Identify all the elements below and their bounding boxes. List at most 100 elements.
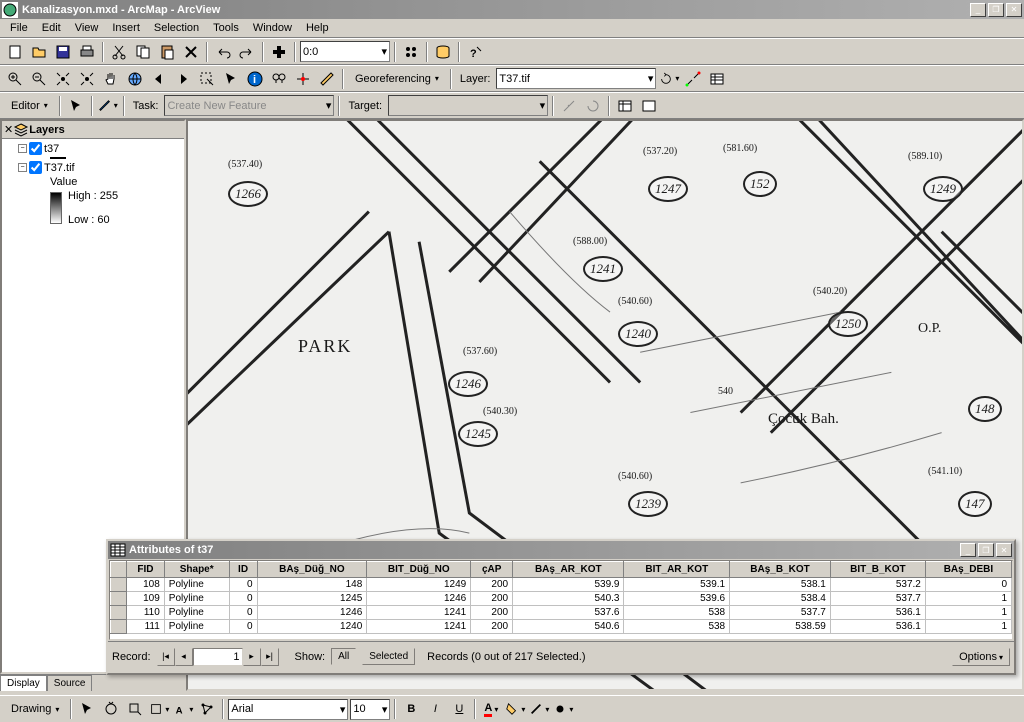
delete-button[interactable] — [180, 41, 202, 63]
print-button[interactable] — [76, 41, 98, 63]
help-button[interactable]: ? — [464, 41, 486, 63]
redo-button[interactable] — [236, 41, 258, 63]
col-cap[interactable]: çAP — [471, 562, 513, 578]
select-graphic-button[interactable] — [76, 698, 98, 720]
edit-tool-button[interactable] — [65, 95, 87, 117]
close-button[interactable]: ✕ — [1006, 3, 1022, 17]
table-row[interactable]: 111Polyline012401241200540.6538538.59536… — [111, 620, 1012, 634]
menu-edit[interactable]: Edit — [36, 20, 67, 36]
col-bas-dug[interactable]: BAş_Düğ_NO — [257, 562, 367, 578]
menu-window[interactable]: Window — [247, 20, 298, 36]
menu-file[interactable]: File — [4, 20, 34, 36]
layer-dropdown[interactable]: T37.tif▾ — [496, 68, 656, 89]
show-selected-button[interactable]: Selected — [362, 648, 415, 665]
find-button[interactable] — [268, 68, 290, 90]
cut-button[interactable] — [108, 41, 130, 63]
checkbox-t37[interactable] — [29, 142, 42, 155]
identify-button[interactable]: i — [244, 68, 266, 90]
fill-color-button[interactable] — [504, 698, 526, 720]
measure-button[interactable] — [316, 68, 338, 90]
full-extent-button[interactable] — [124, 68, 146, 90]
shape-picker-button[interactable] — [148, 698, 170, 720]
georef-link-button[interactable] — [682, 68, 704, 90]
italic-button[interactable]: I — [424, 698, 446, 720]
col-bas-ar[interactable]: BAş_AR_KOT — [513, 562, 624, 578]
record-first-button[interactable]: |◂ — [157, 648, 175, 666]
bold-button[interactable]: B — [400, 698, 422, 720]
underline-button[interactable]: U — [448, 698, 470, 720]
record-input[interactable] — [193, 648, 243, 666]
attr-close-button[interactable]: ✕ — [996, 543, 1012, 557]
marker-color-button[interactable] — [552, 698, 574, 720]
table-row[interactable]: 109Polyline012451246200540.3539.6538.453… — [111, 592, 1012, 606]
font-color-button[interactable]: A — [480, 698, 502, 720]
edit-vertices-button[interactable] — [196, 698, 218, 720]
record-next-button[interactable]: ▸ — [243, 648, 261, 666]
col-bit-dug[interactable]: BIT_Düğ_NO — [367, 562, 471, 578]
maximize-button[interactable]: ❐ — [988, 3, 1004, 17]
new-button[interactable] — [4, 41, 26, 63]
record-prev-button[interactable]: ◂ — [175, 648, 193, 666]
table-row[interactable]: 110Polyline012461241200537.6538537.7536.… — [111, 606, 1012, 620]
font-dropdown[interactable]: Arial▾ — [228, 699, 348, 720]
attr-minimize-button[interactable]: _ — [960, 543, 976, 557]
expand-t37[interactable]: − — [18, 144, 27, 153]
georef-table-button[interactable] — [706, 68, 728, 90]
menu-help[interactable]: Help — [300, 20, 335, 36]
drawing-menu[interactable]: Drawing — [4, 698, 66, 720]
layer-t37tif[interactable]: T37.tif — [44, 162, 75, 174]
zoom-to-selected-button[interactable] — [124, 698, 146, 720]
attributes-titlebar[interactable]: Attributes of t37 _ ❐ ✕ — [108, 541, 1014, 559]
paste-button[interactable] — [156, 41, 178, 63]
col-bit-b[interactable]: BIT_B_KOT — [830, 562, 925, 578]
checkbox-t37tif[interactable] — [29, 161, 42, 174]
georef-rotate-button[interactable] — [658, 68, 680, 90]
next-extent-button[interactable] — [172, 68, 194, 90]
line-color-button[interactable] — [528, 698, 550, 720]
undo-button[interactable] — [212, 41, 234, 63]
tab-source[interactable]: Source — [47, 675, 93, 691]
menu-tools[interactable]: Tools — [207, 20, 245, 36]
show-all-button[interactable]: All — [331, 648, 356, 665]
target-dropdown[interactable]: ▾ — [388, 95, 548, 116]
attributes-grid[interactable]: FID Shape* ID BAş_Düğ_NO BIT_Düğ_NO çAP … — [109, 560, 1013, 640]
prev-extent-button[interactable] — [148, 68, 170, 90]
fixed-zoom-in-button[interactable] — [52, 68, 74, 90]
editor-menu[interactable]: Editor — [4, 95, 55, 117]
zoom-out-button[interactable] — [28, 68, 50, 90]
layer-t37[interactable]: t37 — [44, 143, 59, 155]
fixed-zoom-out-button[interactable] — [76, 68, 98, 90]
col-bas-b[interactable]: BAş_B_KOT — [730, 562, 831, 578]
save-button[interactable] — [52, 41, 74, 63]
col-bit-ar[interactable]: BIT_AR_KOT — [624, 562, 730, 578]
options-button[interactable]: Options — [952, 648, 1010, 666]
select-features-button[interactable] — [196, 68, 218, 90]
select-elements-button[interactable] — [220, 68, 242, 90]
text-tool-button[interactable]: A — [172, 698, 194, 720]
georeferencing-menu[interactable]: Georeferencing — [348, 68, 446, 90]
menu-view[interactable]: View — [69, 20, 105, 36]
task-dropdown[interactable]: Create New Feature▾ — [164, 95, 334, 116]
tab-display[interactable]: Display — [0, 675, 47, 691]
menu-insert[interactable]: Insert — [106, 20, 146, 36]
goto-xy-button[interactable] — [292, 68, 314, 90]
pan-button[interactable] — [100, 68, 122, 90]
rotate-button[interactable] — [582, 95, 604, 117]
col-id[interactable]: ID — [229, 562, 257, 578]
sketch-tool-button[interactable] — [97, 95, 119, 117]
rotate-graphic-button[interactable] — [100, 698, 122, 720]
add-data-button[interactable] — [268, 41, 290, 63]
open-button[interactable] — [28, 41, 50, 63]
col-shape[interactable]: Shape* — [164, 562, 229, 578]
expand-t37tif[interactable]: − — [18, 163, 27, 172]
col-fid[interactable]: FID — [127, 562, 165, 578]
arccatalog-button[interactable] — [432, 41, 454, 63]
attr-maximize-button[interactable]: ❐ — [978, 543, 994, 557]
sketch-props-button[interactable] — [638, 95, 660, 117]
editor-toolbar-button[interactable] — [400, 41, 422, 63]
split-button[interactable] — [558, 95, 580, 117]
col-bas-debi[interactable]: BAş_DEBI — [925, 562, 1011, 578]
minimize-button[interactable]: _ — [970, 3, 986, 17]
scale-dropdown[interactable]: 0:0▾ — [300, 41, 390, 62]
table-row[interactable]: 108Polyline01481249200539.9539.1538.1537… — [111, 578, 1012, 592]
